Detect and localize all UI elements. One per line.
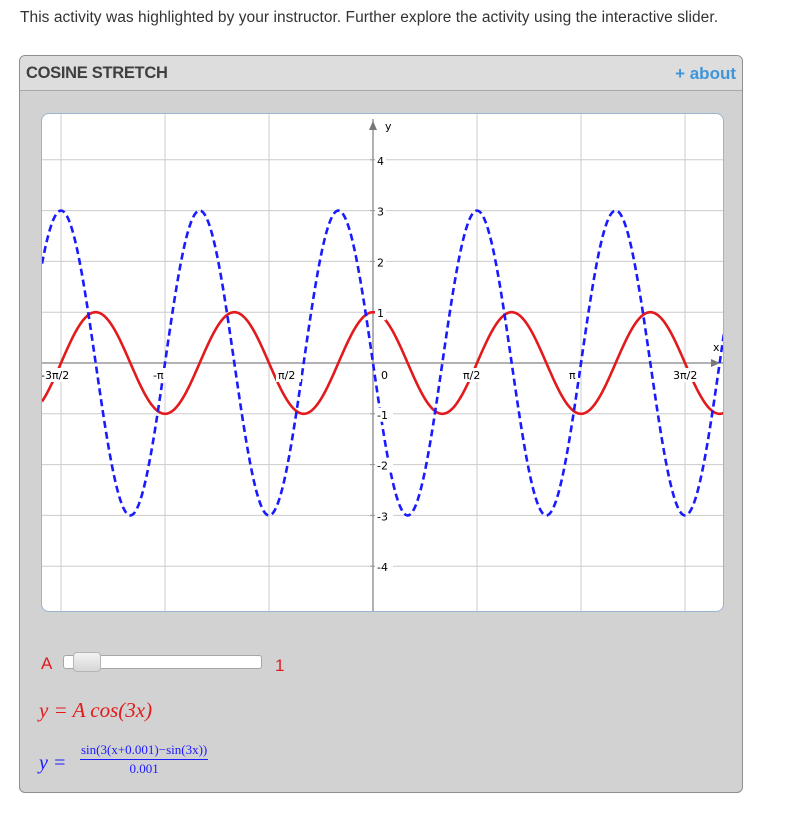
- x-tick-label: 3π/2: [673, 369, 697, 382]
- y-tick-label: 4: [377, 155, 384, 168]
- fraction: sin(3(x+0.001)−sin(3x)) 0.001: [80, 742, 209, 777]
- y-tick-label: 2: [377, 256, 384, 269]
- y-axis-arrow: [369, 121, 377, 130]
- y-tick-label: -2: [377, 460, 388, 473]
- about-link[interactable]: + about: [675, 64, 736, 84]
- y-tick-label: 1: [377, 307, 384, 320]
- x-tick-label: π/2: [463, 369, 480, 382]
- x-tick-label: -π: [153, 369, 164, 382]
- y-axis-label: y: [385, 120, 392, 133]
- y-tick-label: 0: [381, 369, 388, 382]
- slider-thumb[interactable]: [73, 652, 101, 672]
- x-tick-label: -3π/2: [42, 369, 69, 382]
- y-tick-label: -1: [377, 409, 388, 422]
- activity-panel: COSINE STRETCH + about -2π-3π/2-ππ/2π/2π…: [19, 55, 743, 793]
- equation-cosine: y = A cos(3x): [39, 698, 153, 722]
- y-tick-label: -3: [377, 510, 388, 523]
- slider-variable-label: A: [41, 654, 53, 673]
- y-tick-label: -4: [377, 561, 388, 574]
- graph-area[interactable]: -2π-3π/2-ππ/2π/2π3π/22π43210-1-2-3-4yx: [41, 113, 724, 612]
- activity-title: COSINE STRETCH: [26, 64, 168, 82]
- fraction-numerator: sin(3(x+0.001)−sin(3x)): [80, 742, 209, 760]
- x-axis-arrow: [711, 359, 720, 367]
- function-plot[interactable]: -2π-3π/2-ππ/2π/2π3π/22π43210-1-2-3-4yx: [42, 114, 724, 612]
- y-tick-label: 3: [377, 206, 384, 219]
- panel-header: COSINE STRETCH + about: [20, 56, 742, 91]
- slider-value: 1: [275, 656, 285, 675]
- x-tick-label: π: [569, 369, 576, 382]
- instructor-note: This activity was highlighted by your in…: [20, 9, 719, 26]
- x-axis-label: x: [713, 341, 720, 354]
- fraction-denominator: 0.001: [129, 761, 159, 776]
- equation-lhs: y =: [39, 752, 67, 774]
- x-tick-label: π/2: [278, 369, 295, 382]
